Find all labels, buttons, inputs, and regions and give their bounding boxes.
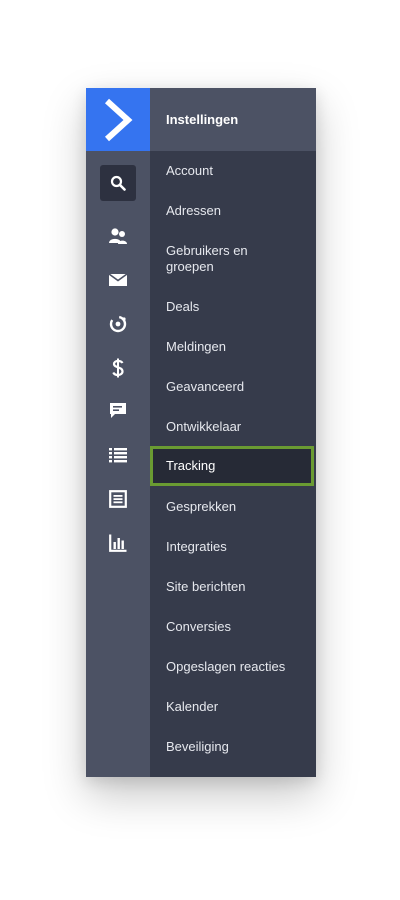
menu-item-meldingen[interactable]: Meldingen (150, 327, 316, 367)
menu-item-label: Site berichten (166, 579, 246, 594)
menu-item-label: Kalender (166, 699, 219, 714)
chat-icon (109, 402, 127, 420)
panel-header: Instellingen (150, 88, 316, 151)
conversations-button[interactable] (100, 393, 136, 429)
menu-item-gebruikers-en-groepen[interactable]: Gebruikers en groepen (150, 234, 316, 284)
menu-item-label: Adressen (166, 203, 221, 218)
menu-item-label: Geavanceerd (166, 379, 245, 394)
logo-chevron-icon (101, 98, 135, 142)
menu-item-account[interactable]: Account (150, 151, 316, 191)
list-icon (108, 447, 128, 463)
menu-item-label: Integraties (166, 539, 227, 554)
mail-button[interactable] (100, 262, 136, 298)
contacts-icon (108, 227, 128, 245)
reports-button[interactable] (100, 525, 136, 561)
menu-item-conversies[interactable]: Conversies (150, 607, 316, 647)
menu-item-geavanceerd[interactable]: Geavanceerd (150, 367, 316, 407)
deals-button[interactable] (100, 350, 136, 386)
menu-item-label: Gebruikers en groepen (166, 243, 248, 274)
menu-item-label: Gesprekken (166, 499, 237, 514)
panel-title: Instellingen (166, 112, 239, 127)
menu-item-label: Tracking (166, 458, 216, 473)
menu-item-gesprekken[interactable]: Gesprekken (150, 487, 316, 527)
menu-item-kalender[interactable]: Kalender (150, 687, 316, 727)
menu-item-label: Account (166, 163, 213, 178)
menu-item-label: Opgeslagen reacties (166, 659, 286, 674)
lists-button[interactable] (100, 437, 136, 473)
menu-item-tracking[interactable]: Tracking (150, 446, 314, 486)
menu-item-integraties[interactable]: Integraties (150, 527, 316, 567)
menu-item-opgeslagen-reacties[interactable]: Opgeslagen reacties (150, 647, 316, 687)
document-icon (109, 490, 127, 508)
menu-item-label: Meldingen (166, 339, 226, 354)
mail-icon (108, 273, 128, 287)
settings-panel: Instellingen Account Adressen Gebruikers… (150, 88, 316, 777)
menu-item-label: Ontwikkelaar (166, 419, 242, 434)
search-button[interactable] (100, 165, 136, 201)
icon-rail (86, 88, 150, 777)
menu-item-site-berichten[interactable]: Site berichten (150, 567, 316, 607)
menu-item-deals[interactable]: Deals (150, 287, 316, 327)
menu-item-ontwikkelaar[interactable]: Ontwikkelaar (150, 407, 316, 447)
menu-item-adressen[interactable]: Adressen (150, 191, 316, 231)
contacts-button[interactable] (100, 218, 136, 254)
menu-item-label: Deals (166, 299, 200, 314)
menu-item-label: Beveiliging (166, 739, 229, 754)
search-icon (110, 175, 126, 191)
gear-icon (108, 314, 128, 334)
app-navigation: Instellingen Account Adressen Gebruikers… (86, 88, 316, 777)
logo[interactable] (86, 88, 150, 151)
menu-item-beveiliging[interactable]: Beveiliging (150, 727, 316, 767)
bar-chart-icon (109, 534, 127, 552)
dollar-icon (111, 358, 125, 378)
automations-button[interactable] (100, 306, 136, 342)
forms-button[interactable] (100, 481, 136, 517)
menu-item-label: Conversies (166, 619, 232, 634)
